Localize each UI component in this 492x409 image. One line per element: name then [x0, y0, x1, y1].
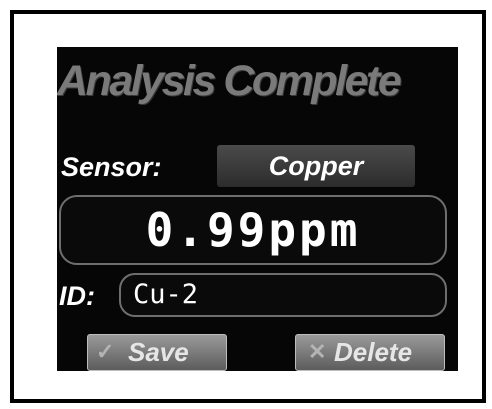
- save-button[interactable]: ✓ Save: [87, 334, 227, 371]
- reading-display: 0.99ppm: [59, 195, 447, 265]
- check-icon: ✓: [96, 339, 115, 364]
- delete-button[interactable]: ✕ Delete: [295, 334, 445, 371]
- sensor-label: Sensor:: [61, 152, 162, 182]
- device-frame: Analysis Complete Sensor: Copper 0.99ppm…: [10, 10, 486, 403]
- id-label: ID:: [59, 281, 95, 311]
- screen-title: Analysis Complete: [57, 57, 402, 105]
- analysis-screen: Analysis Complete Sensor: Copper 0.99ppm…: [57, 47, 458, 371]
- reading-value: 0.99ppm: [145, 203, 361, 257]
- id-field[interactable]: Cu-2: [119, 273, 447, 317]
- save-button-label: Save: [128, 337, 189, 367]
- sensor-value: Copper: [217, 145, 415, 187]
- delete-button-label: Delete: [334, 337, 413, 367]
- id-value: Cu-2: [133, 279, 199, 310]
- cross-icon: ✕: [308, 339, 327, 364]
